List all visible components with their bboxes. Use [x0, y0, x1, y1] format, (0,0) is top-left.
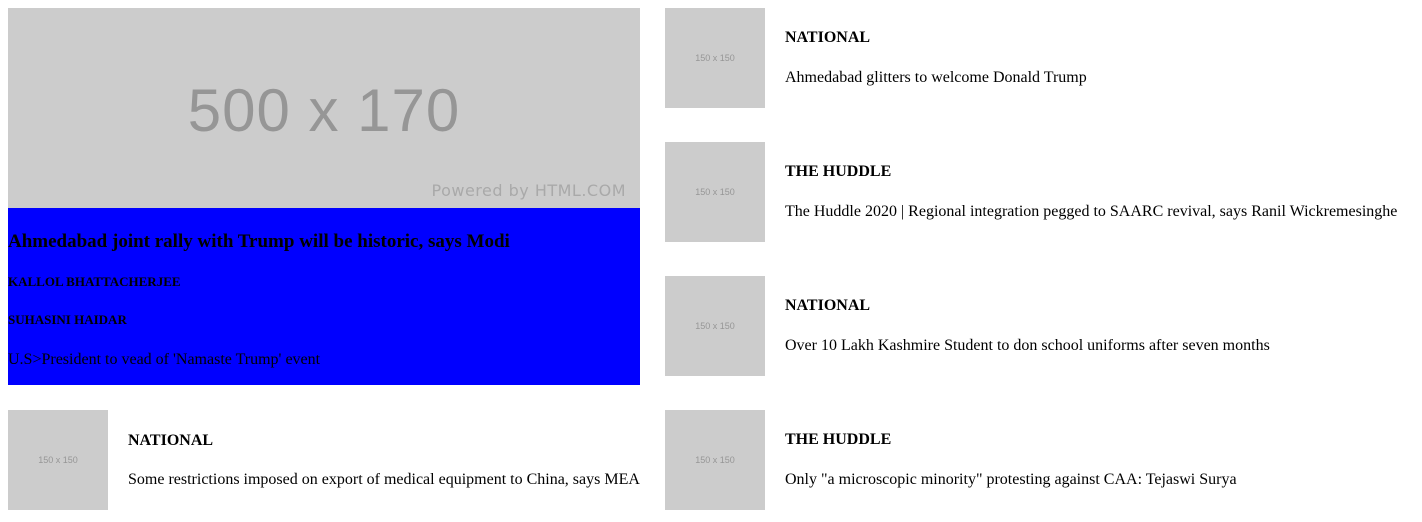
- story-thumbnail-placeholder[interactable]: 150 x 150: [665, 276, 765, 376]
- story-card: 150 x 150 NATIONAL Ahmedabad glitters to…: [665, 8, 1405, 108]
- thumbnail-size-label: 150 x 150: [38, 455, 78, 465]
- story-card: 150 x 150 NATIONAL Some restrictions imp…: [8, 410, 642, 510]
- story-thumbnail-placeholder[interactable]: 150 x 150: [8, 410, 108, 510]
- featured-image-size-label: 500 x 170: [187, 77, 461, 144]
- author-link[interactable]: KALLOL BHATTACHERJEE: [8, 274, 181, 290]
- thumbnail-size-label: 150 x 150: [695, 187, 735, 197]
- story-card: 150 x 150 THE HUDDLE Only "a microscopic…: [665, 410, 1405, 510]
- featured-image-credit: Powered by HTML.COM: [431, 181, 626, 200]
- story-headline-link[interactable]: The Huddle 2020 | Regional integration p…: [785, 202, 1397, 222]
- story-category-link[interactable]: NATIONAL: [785, 28, 870, 48]
- story-headline-link[interactable]: Some restrictions imposed on export of m…: [128, 470, 640, 490]
- featured-story-body: Ahmedabad joint rally with Trump will be…: [8, 208, 640, 385]
- story-thumbnail-placeholder[interactable]: 150 x 150: [665, 410, 765, 510]
- story-card: 150 x 150 THE HUDDLE The Huddle 2020 | R…: [665, 142, 1405, 242]
- story-thumbnail-placeholder[interactable]: 150 x 150: [665, 142, 765, 242]
- story-card: 150 x 150 NATIONAL Over 10 Lakh Kashmire…: [665, 276, 1405, 376]
- thumbnail-size-label: 150 x 150: [695, 321, 735, 331]
- author-link[interactable]: SUHASINI HAIDAR: [8, 312, 127, 328]
- story-headline-link[interactable]: Over 10 Lakh Kashmire Student to don sch…: [785, 336, 1270, 356]
- thumbnail-size-label: 150 x 150: [695, 53, 735, 63]
- featured-story: 500 x 170 Powered by HTML.COM Ahmedabad …: [8, 8, 640, 385]
- story-headline-link[interactable]: Only "a microscopic minority" protesting…: [785, 470, 1237, 490]
- story-category-link[interactable]: THE HUDDLE: [785, 162, 891, 182]
- story-category-link[interactable]: THE HUDDLE: [785, 430, 891, 450]
- story-thumbnail-placeholder[interactable]: 150 x 150: [665, 8, 765, 108]
- story-category-link[interactable]: NATIONAL: [128, 431, 213, 451]
- featured-image-placeholder[interactable]: 500 x 170 Powered by HTML.COM: [8, 8, 640, 208]
- story-headline-link[interactable]: Ahmedabad glitters to welcome Donald Tru…: [785, 68, 1087, 88]
- thumbnail-size-label: 150 x 150: [695, 455, 735, 465]
- featured-headline-link[interactable]: Ahmedabad joint rally with Trump will be…: [8, 230, 510, 254]
- news-page: 500 x 170 Powered by HTML.COM Ahmedabad …: [0, 0, 1422, 522]
- story-category-link[interactable]: NATIONAL: [785, 296, 870, 316]
- featured-description: U.S>President to vead of 'Namaste Trump'…: [8, 351, 321, 368]
